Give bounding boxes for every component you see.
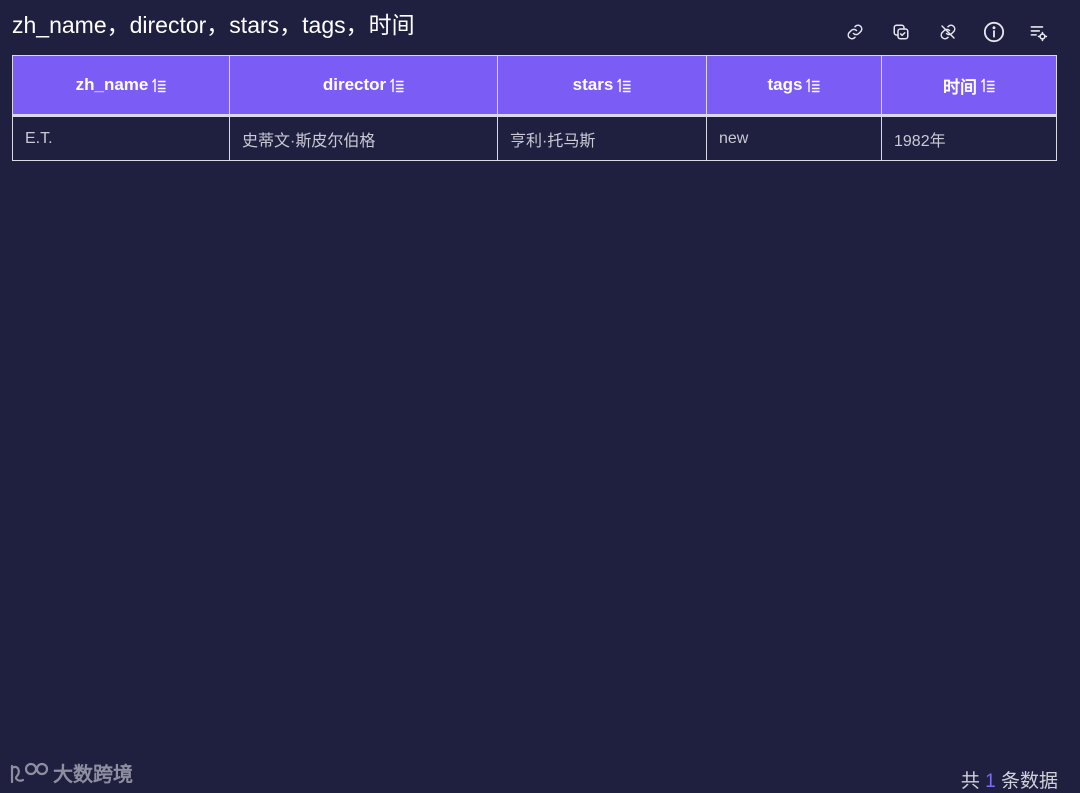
page-title: zh_name，director，stars，tags，时间 [12,12,415,38]
sort-icon[interactable] [981,78,995,93]
toolbar [838,17,1054,47]
column-header-director[interactable]: director [229,55,498,117]
table-cell: 史蒂文·斯皮尔伯格 [229,115,498,161]
column-header-time[interactable]: 时间 [881,55,1057,117]
column-header-stars[interactable]: stars [497,55,707,117]
unlink-icon [940,24,956,40]
data-table: zh_name director stars tags 时间 E.T. 史蒂文·… [12,55,1057,161]
column-header-tags[interactable]: tags [706,55,882,117]
sort-icon[interactable] [806,78,821,93]
table-cell: new [706,115,882,161]
sort-icon[interactable] [152,78,167,93]
brand-name: 大数跨境 [53,764,133,786]
record-count-number: 1 [985,771,996,792]
brand-logo: 大数跨境 [9,758,133,787]
list-settings-button[interactable] [1023,17,1053,47]
unlink-button[interactable] [933,17,963,47]
table-cell: 亨利·托马斯 [497,115,707,161]
link-button[interactable] [840,17,870,47]
table-cell: E.T. [12,115,230,161]
table-row: E.T. 史蒂文·斯皮尔伯格 亨利·托马斯 new 1982年 [12,115,1057,161]
info-icon [983,21,1005,43]
table-cell: 1982年 [881,115,1057,161]
copy-button[interactable] [886,17,916,47]
info-button[interactable] [979,17,1009,47]
data-table-container: zh_name director stars tags 时间 E.T. 史蒂文·… [12,55,1057,161]
brand-logo-icon [10,762,49,783]
sort-icon[interactable] [390,78,404,93]
list-settings-icon [1030,25,1047,41]
sort-icon[interactable] [617,78,632,93]
copy-icon [893,24,909,40]
link-icon [847,24,863,40]
table-header-row: zh_name director stars tags 时间 [12,55,1057,117]
record-count: 共 1 条数据 [960,771,1058,792]
column-header-zh-name[interactable]: zh_name [12,55,230,117]
